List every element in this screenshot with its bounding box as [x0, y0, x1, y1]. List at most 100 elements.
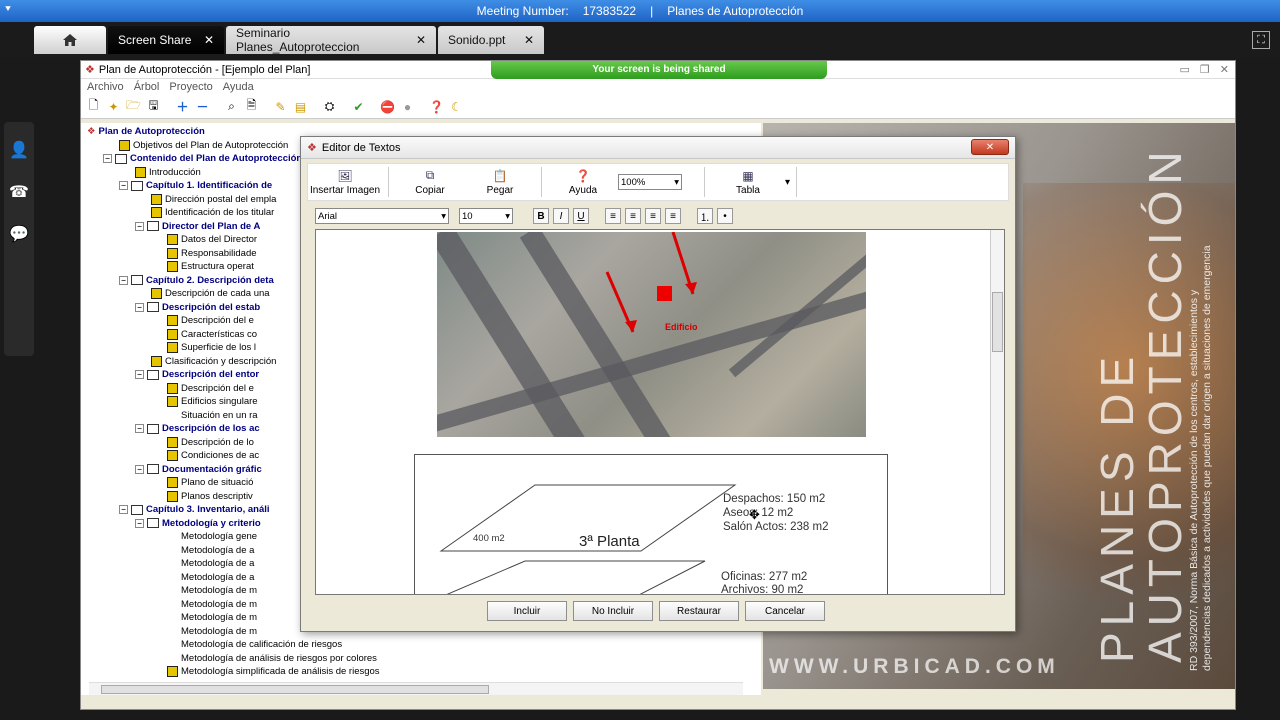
close-icon[interactable]: ✕ [416, 33, 426, 47]
cancelar-button[interactable]: Cancelar [745, 601, 825, 621]
tree-horizontal-scrollbar[interactable] [89, 682, 743, 695]
collapse-toggle-icon[interactable]: − [135, 518, 144, 528]
edit-icon[interactable]: ✎ [272, 98, 289, 115]
align-right-icon[interactable]: ≡ [645, 208, 661, 224]
tree-item[interactable]: Objetivos del Plan de Autoprotección [119, 139, 288, 152]
font-select[interactable]: Arial ▾ [315, 208, 449, 224]
tree-item[interactable]: Metodología gene [167, 530, 257, 543]
restaurar-button[interactable]: Restaurar [659, 601, 739, 621]
tree-item[interactable]: − Director del Plan de A [135, 220, 260, 233]
tree-item[interactable]: Planos descriptiv [167, 490, 253, 503]
collapse-arrow-icon[interactable]: ⯆ [4, 4, 12, 15]
no-incluir-button[interactable]: No Incluir [573, 601, 653, 621]
numbered-list-icon[interactable]: ⒈ [697, 208, 713, 224]
minimize-icon[interactable]: ▭ [1180, 63, 1190, 76]
collapse-toggle-icon[interactable]: − [103, 154, 112, 163]
menu-proyecto[interactable]: Proyecto [169, 81, 212, 93]
help-icon[interactable]: ❓ [428, 98, 445, 115]
user-icon[interactable]: ● [399, 98, 416, 115]
editor-scrollbar[interactable] [990, 230, 1004, 594]
tree-item[interactable]: Condiciones de ac [167, 449, 259, 462]
insert-image-button[interactable]: 🖼 Insertar Imagen [308, 164, 382, 200]
tree-item[interactable]: Características co [167, 328, 257, 341]
paste-button[interactable]: 📋 Pegar [465, 164, 535, 200]
tree-item[interactable]: − Documentación gráfic [135, 463, 262, 476]
collapse-toggle-icon[interactable]: − [135, 424, 144, 433]
hierarchy-icon[interactable]: ⛭ [321, 98, 338, 115]
tree-item[interactable]: − Metodología y criterio [135, 517, 261, 530]
tab-sonido[interactable]: Sonido.ppt ✕ [438, 26, 544, 54]
save-icon[interactable]: 🖫 [145, 98, 162, 115]
collapse-toggle-icon[interactable]: − [119, 275, 128, 285]
tree-item[interactable]: − Contenido del Plan de Autoprotección [103, 152, 302, 165]
tree-item[interactable]: Metodología de a [167, 571, 254, 584]
tree-item[interactable]: Clasificación y descripción [151, 355, 276, 368]
tree-item[interactable]: Plano de situació [167, 476, 253, 489]
phone-icon[interactable]: ☎ [9, 182, 29, 202]
tree-item[interactable]: ❖ Plan de Autoprotección [87, 125, 205, 138]
exit-icon[interactable]: ☾ [448, 98, 465, 115]
preview-icon[interactable]: 🗎 [243, 98, 260, 115]
participants-icon[interactable]: 👤 [9, 140, 29, 160]
tree-item[interactable]: Estructura operat [167, 260, 254, 273]
tree-item[interactable]: Metodología de a [167, 557, 254, 570]
tab-screen-share[interactable]: Screen Share ✕ [108, 26, 224, 54]
tree-item[interactable]: Descripción del e [167, 382, 254, 395]
collapse-toggle-icon[interactable]: − [135, 370, 144, 379]
close-button[interactable]: ✕ [971, 139, 1009, 155]
menu-ayuda[interactable]: Ayuda [223, 81, 254, 93]
rich-text-area[interactable]: Edificio 400 m2 3ª Planta Despachos: 150… [315, 229, 1005, 595]
collapse-toggle-icon[interactable]: − [119, 505, 128, 514]
close-icon[interactable]: ✕ [1220, 63, 1229, 76]
collapse-toggle-icon[interactable]: − [135, 302, 144, 312]
tree-item[interactable]: Introducción [135, 166, 201, 179]
tree-item[interactable]: Metodología de m [167, 598, 257, 611]
collapse-toggle-icon[interactable]: − [135, 221, 144, 231]
collapse-toggle-icon[interactable]: − [135, 464, 144, 474]
justify-icon[interactable]: ≡ [665, 208, 681, 224]
tree-item[interactable]: Situación en un ra [167, 409, 258, 422]
incluir-button[interactable]: Incluir [487, 601, 567, 621]
italic-icon[interactable]: I [553, 208, 569, 224]
tab-seminario[interactable]: Seminario Planes_Autoproteccion ✕ [226, 26, 436, 54]
tree-item[interactable]: Responsabilidade [167, 247, 257, 260]
tree-item[interactable]: Metodología de análisis de riesgos por c… [167, 652, 377, 665]
zoom-select[interactable]: 100% ▾ [618, 174, 682, 190]
table-button[interactable]: ▦ Tabla [711, 164, 785, 200]
collapse-icon[interactable]: － [194, 98, 211, 115]
tree-item[interactable]: − Descripción del entor [135, 368, 259, 381]
restore-icon[interactable]: ❐ [1200, 63, 1210, 76]
tree-item[interactable]: Datos del Director [167, 233, 257, 246]
tree-item[interactable]: Identificación de los titular [151, 206, 274, 219]
copy-button[interactable]: ⧉ Copiar [395, 164, 465, 200]
wizard-icon[interactable]: ✦ [105, 98, 122, 115]
tree-item[interactable]: Metodología de calificación de riesgos [167, 638, 342, 651]
bold-icon[interactable]: B [533, 208, 549, 224]
chat-icon[interactable]: 💬 [9, 224, 29, 244]
fullscreen-icon[interactable]: ⛶ [1252, 31, 1270, 49]
tree-item[interactable]: Metodología de m [167, 611, 257, 624]
tree-item[interactable]: − Capítulo 1. Identificación de [119, 179, 272, 192]
tree-item[interactable]: Metodología de a [167, 544, 254, 557]
open-folder-icon[interactable]: 🗁 [125, 98, 142, 115]
chevron-down-icon[interactable]: ▾ [785, 177, 790, 188]
tree-item[interactable]: − Descripción de los ac [135, 422, 260, 435]
tree-item[interactable]: − Capítulo 2. Descripción deta [119, 274, 274, 287]
tree-item[interactable]: − Descripción del estab [135, 301, 260, 314]
report-icon[interactable]: ▤ [292, 98, 309, 115]
font-size-select[interactable]: 10 ▾ [459, 208, 513, 224]
expand-icon[interactable]: ＋ [174, 98, 191, 115]
close-icon[interactable]: ✕ [524, 33, 534, 47]
bullet-list-icon[interactable]: • [717, 208, 733, 224]
underline-icon[interactable]: U [573, 208, 589, 224]
close-icon[interactable]: ✕ [204, 33, 214, 47]
scrollbar-thumb[interactable] [101, 685, 489, 694]
tree-item[interactable]: Metodología de m [167, 584, 257, 597]
collapse-toggle-icon[interactable]: − [119, 181, 128, 190]
tree-item[interactable]: Descripción del e [167, 314, 254, 327]
stop-icon[interactable]: ⛔ [379, 98, 396, 115]
find-icon[interactable]: ⌕ [223, 98, 240, 115]
tree-item[interactable]: Descripción de lo [167, 436, 254, 449]
tree-item[interactable]: Superficie de los l [167, 341, 256, 354]
tree-item[interactable]: Dirección postal del empla [151, 193, 276, 206]
